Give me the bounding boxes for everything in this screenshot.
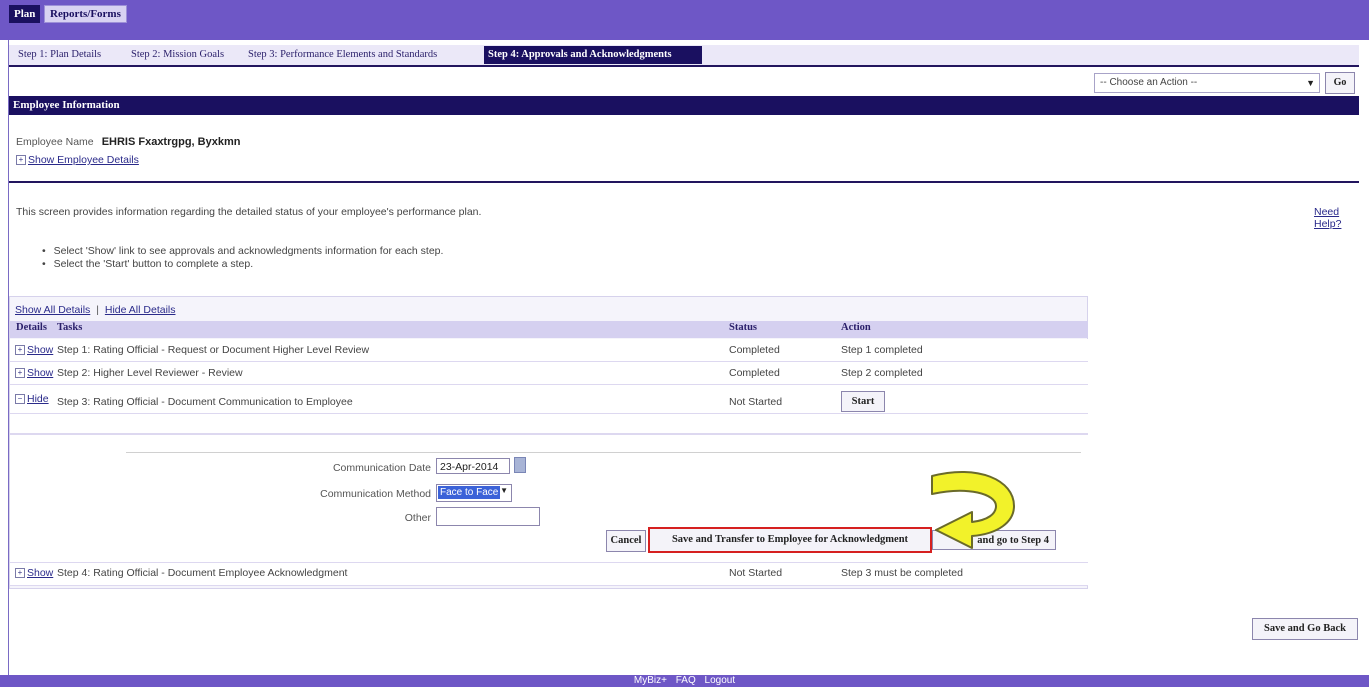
action-cell: Step 1 completed bbox=[841, 344, 923, 356]
intro-text: This screen provides information regardi… bbox=[16, 206, 482, 218]
status-cell: Completed bbox=[729, 344, 780, 356]
plus-icon: + bbox=[15, 568, 25, 579]
calendar-icon[interactable] bbox=[514, 457, 526, 473]
instruction-bullet: • Select the 'Start' button to complete … bbox=[42, 258, 253, 270]
communication-method-label: Communication Method bbox=[320, 488, 431, 500]
communication-date-input[interactable]: 23-Apr-2014 bbox=[436, 458, 510, 474]
detail-spacer bbox=[10, 414, 1088, 434]
plus-icon: + bbox=[15, 368, 25, 379]
employee-name-value: EHRIS Fxaxtrgpg, Byxkmn bbox=[101, 136, 241, 148]
task-cell: Step 1: Rating Official - Request or Doc… bbox=[57, 344, 370, 356]
tab-step4-approvals[interactable]: Step 4: Approvals and Acknowledgments bbox=[484, 46, 702, 64]
task-cell: Step 4: Rating Official - Document Emplo… bbox=[57, 567, 348, 579]
status-cell: Completed bbox=[729, 367, 780, 379]
action-cell: Step 3 must be completed bbox=[841, 567, 963, 579]
tab-reports-forms[interactable]: Reports/Forms bbox=[44, 5, 127, 23]
footer-link-logout[interactable]: Logout bbox=[705, 675, 736, 686]
row-toggle-hide[interactable]: − Hide bbox=[15, 393, 49, 405]
plus-icon: + bbox=[16, 155, 26, 166]
row-toggle-show[interactable]: + Show bbox=[15, 367, 53, 379]
status-cell: Not Started bbox=[729, 396, 783, 408]
choose-action-value: -- Choose an Action -- bbox=[1100, 77, 1198, 88]
bullet-text: Select the 'Start' button to complete a … bbox=[53, 258, 254, 270]
toggle-label: Show bbox=[27, 567, 54, 579]
chevron-down-icon: ▼ bbox=[500, 486, 508, 495]
footer-link-faq[interactable]: FAQ bbox=[676, 675, 696, 686]
chevron-down-icon: ▼ bbox=[1306, 78, 1315, 88]
top-bar bbox=[0, 0, 1369, 40]
toggle-label: Hide bbox=[27, 393, 49, 405]
bullet-text: Select 'Show' link to see approvals and … bbox=[53, 245, 444, 257]
instruction-bullet: • Select 'Show' link to see approvals an… bbox=[42, 245, 443, 257]
choose-action-select[interactable]: -- Choose an Action -- ▼ bbox=[1094, 73, 1320, 93]
task-cell: Step 3: Rating Official - Document Commu… bbox=[57, 396, 353, 408]
tab-step2-mission-goals[interactable]: Step 2: Mission Goals bbox=[127, 46, 228, 64]
employee-name-row: Employee Name EHRIS Fxaxtrgpg, Byxkmn bbox=[16, 136, 240, 148]
detail-divider bbox=[126, 452, 1081, 453]
show-employee-details-link[interactable]: + Show Employee Details bbox=[16, 154, 139, 166]
footer-link-mybiz[interactable]: MyBiz+ bbox=[634, 675, 667, 686]
task-cell: Step 2: Higher Level Reviewer - Review bbox=[57, 367, 243, 379]
section-header-employee-info: Employee Information bbox=[9, 96, 1359, 115]
row-toggle-show[interactable]: + Show bbox=[15, 344, 53, 356]
detail-links: Show All Details | Hide All Details bbox=[15, 304, 176, 316]
other-label: Other bbox=[404, 512, 431, 524]
footer-bar: MyBiz+ FAQ Logout bbox=[0, 675, 1369, 687]
save-and-go-back-button[interactable]: Save and Go Back bbox=[1252, 618, 1358, 640]
communication-method-value: Face to Face bbox=[438, 486, 501, 499]
tab-step1-plan-details[interactable]: Step 1: Plan Details bbox=[14, 46, 105, 64]
col-header-details: Details bbox=[16, 322, 47, 333]
table-header bbox=[10, 321, 1088, 338]
separator: | bbox=[96, 304, 99, 316]
other-input[interactable] bbox=[436, 507, 540, 526]
start-button[interactable]: Start bbox=[841, 391, 885, 412]
communication-date-label: Communication Date bbox=[332, 462, 431, 474]
tab-step3-performance-elements[interactable]: Step 3: Performance Elements and Standar… bbox=[244, 46, 441, 64]
show-employee-details-label: Show Employee Details bbox=[28, 154, 139, 166]
go-button[interactable]: Go bbox=[1325, 72, 1355, 94]
yellow-arrow-icon bbox=[931, 471, 1015, 549]
col-header-status: Status bbox=[729, 322, 758, 333]
bullet-icon: • bbox=[42, 258, 46, 270]
minus-icon: − bbox=[15, 394, 25, 405]
cancel-button[interactable]: Cancel bbox=[606, 530, 646, 552]
toggle-label: Show bbox=[27, 367, 54, 379]
need-help-link[interactable]: Need Help? bbox=[1314, 206, 1369, 230]
hide-all-details-link[interactable]: Hide All Details bbox=[105, 304, 176, 316]
plus-icon: + bbox=[15, 345, 25, 356]
tab-plan[interactable]: Plan bbox=[9, 5, 41, 23]
col-header-action: Action bbox=[841, 322, 871, 333]
bullet-icon: • bbox=[42, 245, 46, 257]
col-header-tasks: Tasks bbox=[57, 322, 83, 333]
action-cell: Step 2 completed bbox=[841, 367, 923, 379]
communication-method-select[interactable]: Face to Face ▼ bbox=[436, 484, 512, 502]
show-all-details-link[interactable]: Show All Details bbox=[15, 304, 90, 316]
save-transfer-button[interactable]: Save and Transfer to Employee for Acknow… bbox=[648, 527, 932, 553]
employee-name-label: Employee Name bbox=[16, 136, 94, 148]
divider bbox=[9, 181, 1359, 183]
row-toggle-show[interactable]: + Show bbox=[15, 567, 53, 579]
toggle-label: Show bbox=[27, 344, 54, 356]
status-cell: Not Started bbox=[729, 567, 783, 579]
